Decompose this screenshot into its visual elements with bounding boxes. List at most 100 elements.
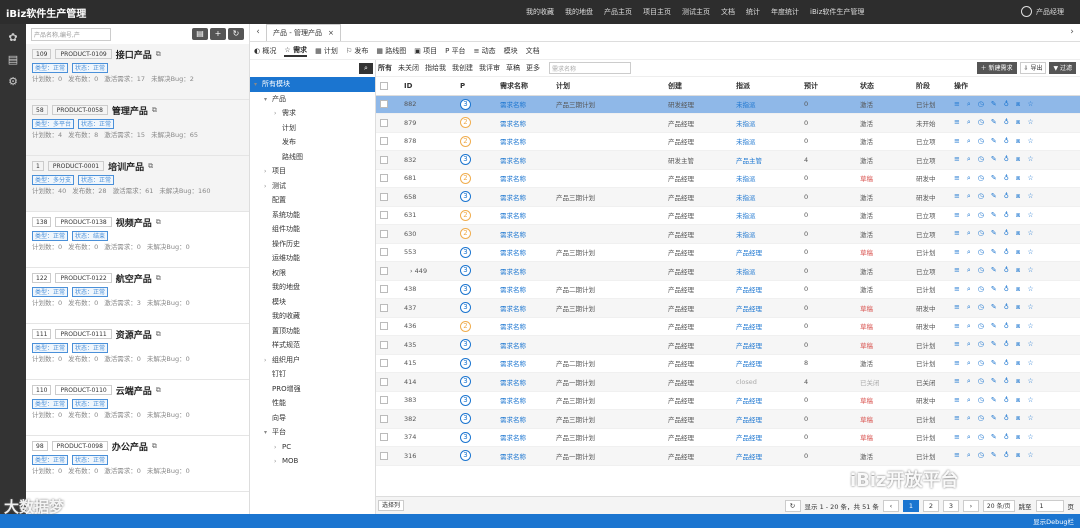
cell-assignee[interactable]: 未指派 xyxy=(732,187,800,207)
assign-icon[interactable]: ♁ xyxy=(1004,414,1009,423)
change-icon[interactable]: ≡ xyxy=(954,340,960,349)
assign-icon[interactable]: ♁ xyxy=(1004,118,1009,127)
product-card[interactable]: 1 PRODUCT-0001 培训产品 ⧉ 类型：多分支 状态：正常 计划数：40 发布数：2… xyxy=(26,156,249,212)
edit-icon[interactable]: ✎ xyxy=(991,118,997,127)
table-row[interactable]: 316 3 需求名称 产品一期计划 产品经理 产品经理 0 激活 已计划 ≡ ⌕ ◷ ✎ ♁ ⧈ ☆ xyxy=(376,446,1080,466)
row-select-cell[interactable] xyxy=(376,95,400,114)
review-icon[interactable]: ⌕ xyxy=(967,359,971,368)
edit-icon[interactable]: ✎ xyxy=(991,377,997,386)
tree-caret-icon[interactable]: ▾ xyxy=(264,426,272,441)
edit-icon[interactable]: ✎ xyxy=(991,211,997,220)
subnav-5[interactable]: ▦ 路线图 xyxy=(376,46,406,56)
subdivide-icon[interactable]: ⧈ xyxy=(1016,285,1020,294)
cell-assignee[interactable]: 未指派 xyxy=(732,169,800,188)
subdivide-icon[interactable]: ⧈ xyxy=(1016,137,1020,146)
tree-node[interactable]: › PC xyxy=(250,440,375,455)
favorite-icon[interactable]: ☆ xyxy=(1027,137,1033,146)
row-select-cell[interactable] xyxy=(376,113,400,133)
cell-story-name[interactable]: 需求名称 xyxy=(496,150,552,170)
edit-icon[interactable]: ✎ xyxy=(991,174,997,183)
table-row[interactable]: › 449 3 需求名称 产品经理 未指派 0 激活 已立项 ≡ ⌕ ◷ ✎ ♁ ⧈ ☆ xyxy=(376,261,1080,281)
subdivide-icon[interactable]: ⧈ xyxy=(1016,433,1020,442)
external-link-icon[interactable]: ⧉ xyxy=(148,162,153,171)
cell-assignee[interactable]: 未指派 xyxy=(732,132,800,151)
tree-node[interactable]: › 项目 xyxy=(250,164,375,179)
assign-icon[interactable]: ♁ xyxy=(1004,451,1009,460)
review-icon[interactable]: ⌕ xyxy=(967,285,971,294)
review-icon[interactable]: ⌕ xyxy=(967,396,971,405)
cell-story-name[interactable]: 需求名称 xyxy=(496,280,552,299)
cell-story-name[interactable]: 需求名称 xyxy=(496,391,552,410)
cell-assignee[interactable]: 产品经理 xyxy=(732,446,800,466)
subdivide-icon[interactable]: ⧈ xyxy=(1016,155,1020,164)
subnav-1[interactable]: ◐ 概况 xyxy=(254,46,276,56)
cell-story-name[interactable]: 需求名称 xyxy=(496,169,552,188)
row-select-cell[interactable] xyxy=(376,317,400,336)
tree-caret-icon[interactable]: › xyxy=(264,180,272,195)
change-icon[interactable]: ≡ xyxy=(954,359,960,368)
cell-story-name[interactable]: 需求名称 xyxy=(496,409,552,429)
tree-node[interactable]: 我的收藏 xyxy=(250,309,375,324)
edit-icon[interactable]: ✎ xyxy=(991,414,997,423)
assign-icon[interactable]: ♁ xyxy=(1004,359,1009,368)
subdivide-icon[interactable]: ⧈ xyxy=(1016,100,1020,109)
close-story-icon[interactable]: ◷ xyxy=(978,340,984,349)
cell-story-name[interactable]: 需求名称 xyxy=(496,224,552,244)
subdivide-icon[interactable]: ⧈ xyxy=(1016,414,1020,423)
close-story-icon[interactable]: ◷ xyxy=(978,303,984,312)
change-icon[interactable]: ≡ xyxy=(954,211,960,220)
row-checkbox[interactable] xyxy=(380,100,388,109)
subdivide-icon[interactable]: ⧈ xyxy=(1016,340,1020,349)
favorite-icon[interactable]: ☆ xyxy=(1027,248,1033,257)
review-icon[interactable]: ⌕ xyxy=(967,451,971,460)
row-checkbox[interactable] xyxy=(380,285,388,294)
row-checkbox[interactable] xyxy=(380,192,388,201)
row-checkbox[interactable] xyxy=(380,414,388,423)
cell-story-name[interactable]: 需求名称 xyxy=(496,113,552,133)
table-row[interactable]: 438 3 需求名称 产品二期计划 产品经理 产品经理 0 激活 已计划 ≡ ⌕ ◷ ✎ ♁ ⧈ ☆ xyxy=(376,280,1080,299)
cell-assignee[interactable]: 未指派 xyxy=(732,261,800,281)
review-icon[interactable]: ⌕ xyxy=(967,118,971,127)
assign-icon[interactable]: ♁ xyxy=(1004,433,1009,442)
edit-icon[interactable]: ✎ xyxy=(991,322,997,331)
document-icon[interactable]: ▤ xyxy=(7,54,19,66)
column-header[interactable]: 创建 xyxy=(664,77,732,96)
tree-node[interactable]: › 需求 xyxy=(250,106,375,121)
tree-node[interactable]: 钉钉 xyxy=(250,367,375,382)
product-card[interactable]: 138 PRODUCT-0138 视频产品 ⧉ 类型：正常 状态：结束 计划数：0 发布数：0… xyxy=(26,212,249,268)
cell-story-name[interactable]: 需求名称 xyxy=(496,261,552,281)
favorite-icon[interactable]: ☆ xyxy=(1027,451,1033,460)
row-select-cell[interactable] xyxy=(376,224,400,244)
change-icon[interactable]: ≡ xyxy=(954,174,960,183)
assign-icon[interactable]: ♁ xyxy=(1004,322,1009,331)
edit-icon[interactable]: ✎ xyxy=(991,303,997,312)
change-icon[interactable]: ≡ xyxy=(954,433,960,442)
change-icon[interactable]: ≡ xyxy=(954,377,960,386)
favorite-icon[interactable]: ☆ xyxy=(1027,377,1033,386)
favorite-icon[interactable]: ☆ xyxy=(1027,340,1033,349)
subdivide-icon[interactable]: ⧈ xyxy=(1016,174,1020,183)
review-icon[interactable]: ⌕ xyxy=(967,192,971,201)
edit-icon[interactable]: ✎ xyxy=(991,396,997,405)
close-story-icon[interactable]: ◷ xyxy=(978,174,984,183)
add-product-button[interactable]: + xyxy=(210,28,226,40)
cell-story-name[interactable]: 需求名称 xyxy=(496,372,552,392)
cell-assignee[interactable]: 未指派 xyxy=(732,206,800,225)
close-story-icon[interactable]: ◷ xyxy=(978,155,984,164)
tree-caret-icon[interactable]: › xyxy=(274,455,282,470)
change-icon[interactable]: ≡ xyxy=(954,229,960,238)
subnav-4[interactable]: ⚐ 发布 xyxy=(346,46,369,56)
tree-node[interactable]: ▾ 产品 xyxy=(250,92,375,107)
subdivide-icon[interactable]: ⧈ xyxy=(1016,118,1020,127)
top-nav-item[interactable]: 测试主页 xyxy=(682,7,710,17)
subdivide-icon[interactable]: ⧈ xyxy=(1016,396,1020,405)
filter-tab[interactable]: 我创建 xyxy=(452,63,473,73)
subdivide-icon[interactable]: ⧈ xyxy=(1016,192,1020,201)
close-story-icon[interactable]: ◷ xyxy=(978,377,984,386)
row-checkbox[interactable] xyxy=(380,155,388,164)
review-icon[interactable]: ⌕ xyxy=(967,377,971,386)
cell-story-name[interactable]: 需求名称 xyxy=(496,206,552,225)
cell-story-name[interactable]: 需求名称 xyxy=(496,95,552,114)
column-header[interactable]: 状态 xyxy=(856,77,912,96)
row-select-cell[interactable] xyxy=(376,261,400,281)
